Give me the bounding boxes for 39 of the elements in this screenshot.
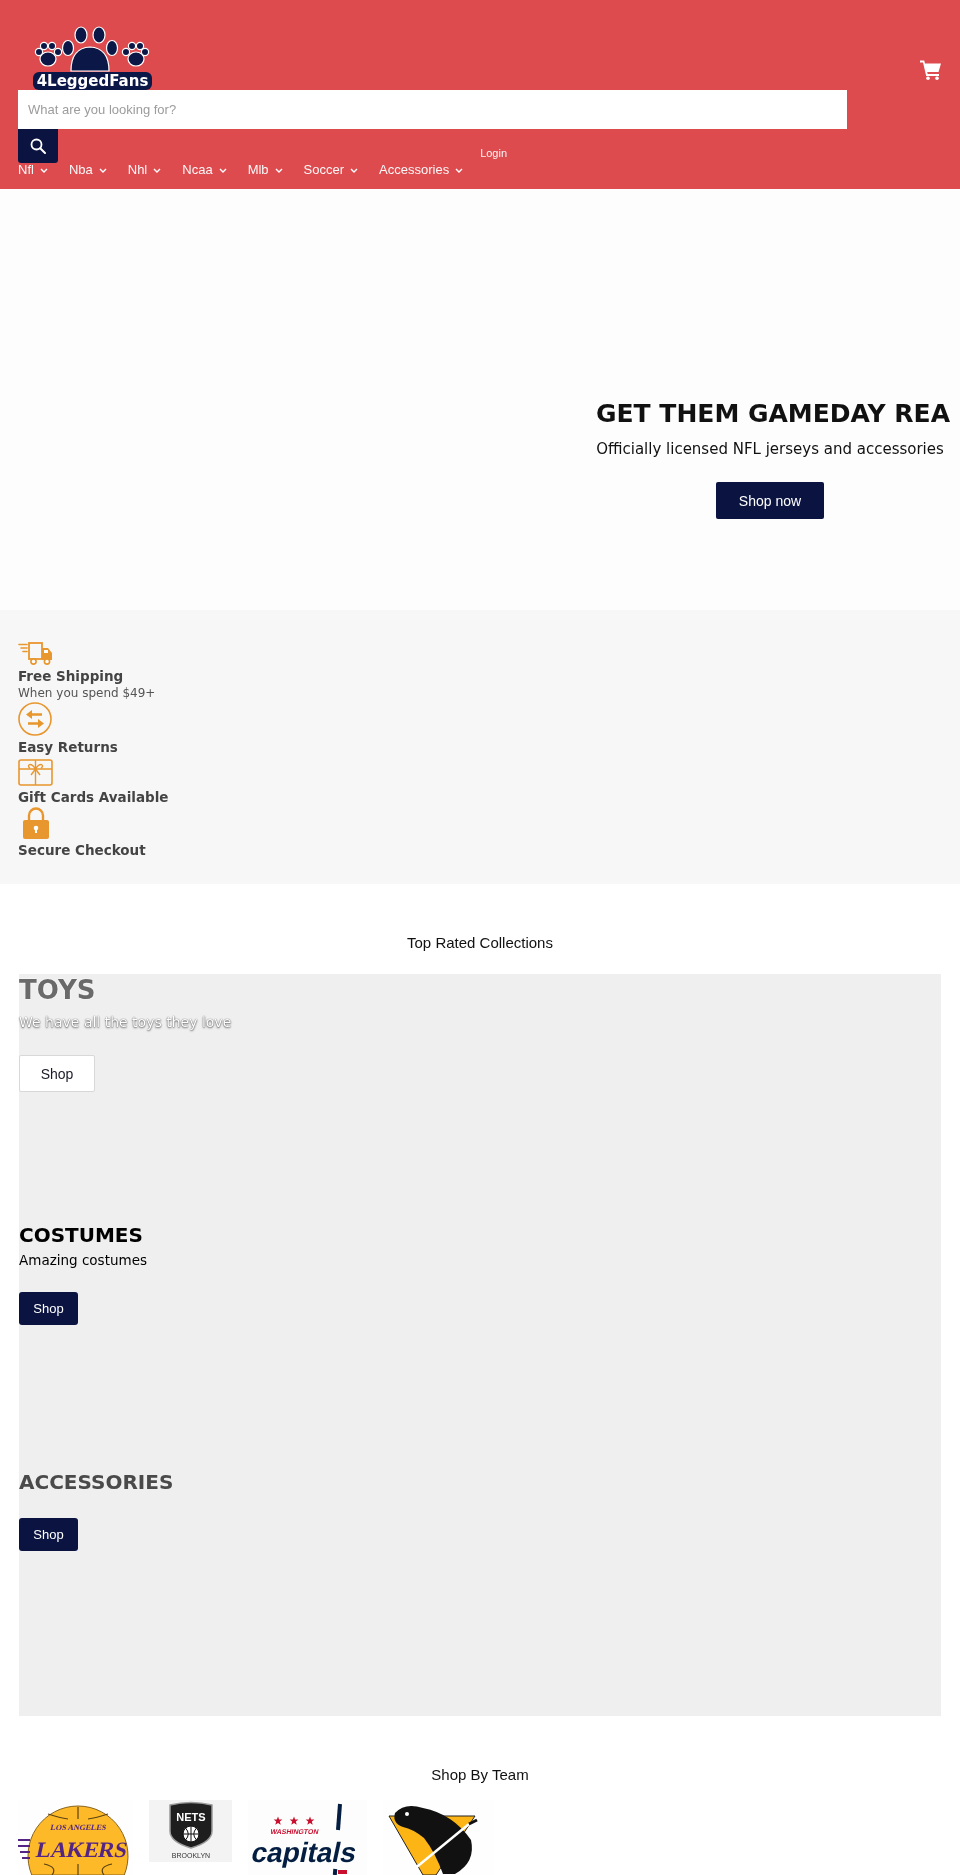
search-button[interactable]: [18, 129, 58, 163]
logo-text: NETS: [176, 1811, 206, 1823]
feature-title: Easy Returns: [18, 738, 118, 756]
nav-link[interactable]: Soccer: [303, 163, 359, 177]
shield-drawing: [169, 1801, 213, 1849]
truck-icon: [18, 642, 53, 665]
nav-link[interactable]: Nhl: [127, 163, 162, 177]
logo-text: LAKERS: [33, 1837, 130, 1862]
shop-button[interactable]: Shop: [19, 1518, 78, 1551]
star-row-drawing: [273, 1816, 315, 1825]
nav-link[interactable]: Nfl: [18, 163, 48, 177]
slide-subtitle: Amazing costumes: [19, 1251, 147, 1270]
hero-title: GET THEM GAMEDAY REA: [596, 399, 950, 429]
shop-button[interactable]: Shop: [19, 1055, 95, 1092]
nav-link[interactable]: Nba: [68, 163, 107, 177]
search-icon: [30, 138, 46, 154]
nav-link[interactable]: Mlb: [247, 163, 283, 177]
cart-icon[interactable]: [920, 59, 941, 80]
login-link[interactable]: Login: [480, 146, 508, 160]
section-title: Shop By Team: [430, 1765, 530, 1785]
search-field[interactable]: What are you looking for?: [18, 90, 847, 129]
gift-card-icon: [18, 759, 53, 786]
logo-text: capitals: [248, 1836, 360, 1868]
hero-subtitle: Officially licensed NFL jerseys and accessories: [596, 439, 944, 459]
padlock-icon: [23, 807, 49, 839]
shop-now-button[interactable]: Shop now: [716, 482, 824, 519]
feature-title: Free Shipping: [18, 667, 124, 685]
slide-title: COSTUMES: [19, 1222, 143, 1249]
feature-subtitle: When you spend $49+: [18, 685, 156, 701]
feature-title: Secure Checkout: [18, 841, 146, 859]
slide-subtitle: We have all the toys they love: [19, 1013, 232, 1032]
shop-button[interactable]: Shop: [19, 1292, 78, 1325]
slide-title: TOYS: [19, 974, 96, 1006]
return-arrows-icon: [18, 702, 52, 736]
feature-title: Gift Cards Available: [18, 788, 169, 806]
section-title: Top Rated Collections: [406, 933, 554, 953]
slide-title: ACCESSORIES: [19, 1469, 174, 1496]
nav-link[interactable]: Accessories: [379, 163, 464, 177]
nav-link[interactable]: Ncaa: [182, 163, 227, 177]
